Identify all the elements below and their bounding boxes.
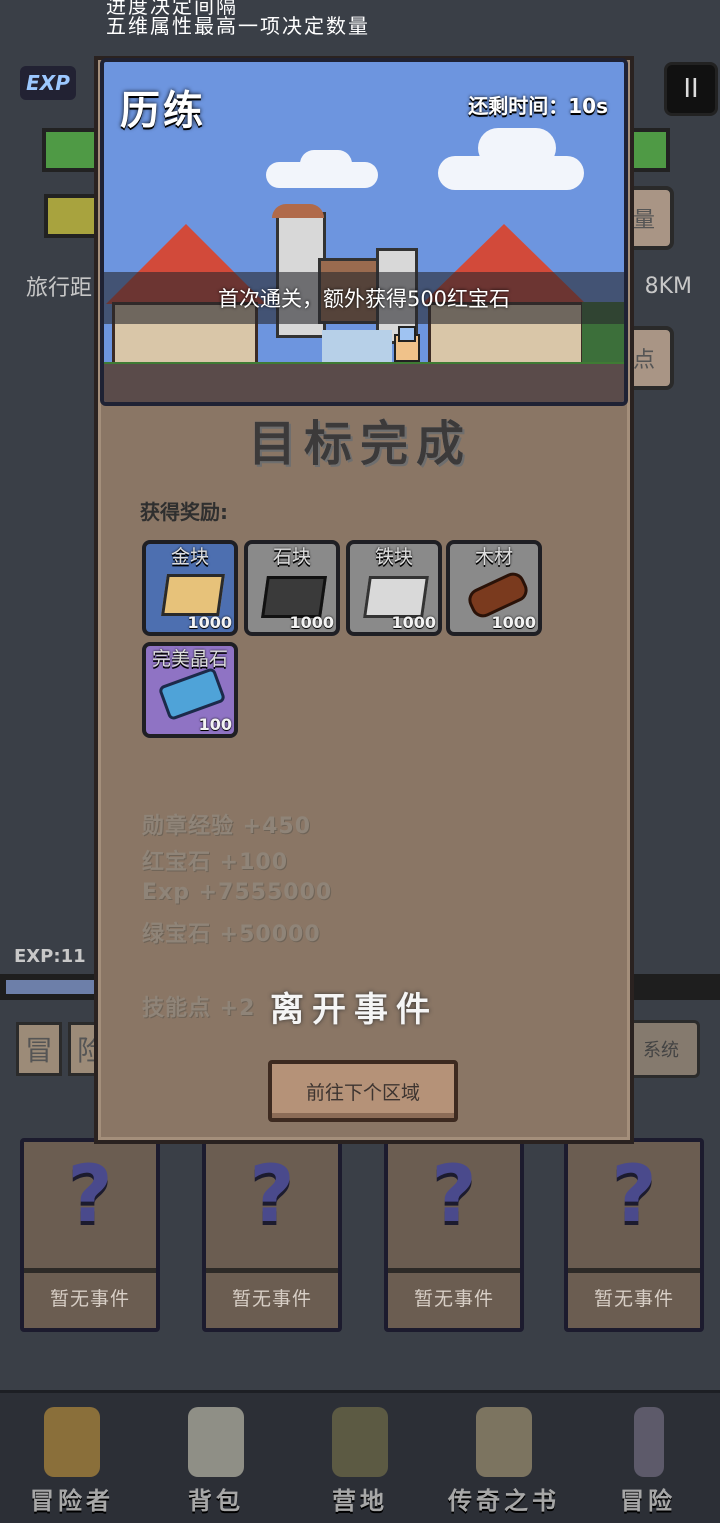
stat-medal-exp: 勋章经验 +450: [142, 814, 312, 839]
book-icon: [476, 1407, 532, 1477]
waterfall: [322, 330, 392, 366]
event-label: 暂无事件: [413, 1288, 494, 1310]
event-scene: 首次通关，额外获得500红宝石 历练 还剩时间：10s: [100, 58, 628, 406]
exp-bar-fill: [6, 980, 96, 994]
side-button-2-label: 点: [632, 348, 655, 373]
nav-camp[interactable]: 营地: [288, 1393, 432, 1523]
stat-emerald: 绿宝石 +50000: [142, 922, 321, 947]
tab-adventure-1[interactable]: 冒: [16, 1022, 62, 1076]
question-mark-icon: ?: [611, 1150, 657, 1240]
event-label: 暂无事件: [593, 1288, 674, 1310]
item-count: 1000: [491, 613, 536, 632]
stat-ruby: 红宝石 +100: [142, 850, 289, 875]
system-button-label: 系统: [643, 1040, 679, 1061]
crystal-icon: [157, 666, 227, 722]
stat-skill-points: 技能点 +2: [142, 996, 256, 1021]
scene-title: 历练: [120, 88, 206, 134]
nav-legend-book[interactable]: 传奇之书: [432, 1393, 576, 1523]
divider: [24, 1268, 156, 1273]
event-card-2[interactable]: ? 暂无事件: [202, 1138, 342, 1332]
item-name: 铁块: [374, 546, 413, 568]
pause-icon: II: [683, 74, 699, 104]
camp-icon: [332, 1407, 388, 1477]
next-area-button[interactable]: 前往下个区域: [268, 1060, 458, 1122]
question-mark-icon: ?: [431, 1150, 477, 1240]
first-clear-banner: 首次通关，额外获得500红宝石: [104, 272, 624, 324]
item-count: 1000: [187, 613, 232, 632]
nav-adventure[interactable]: 冒险: [576, 1393, 720, 1523]
tower-roof: [272, 204, 324, 218]
remaining-time: 还剩时间：10s: [468, 94, 608, 118]
ground: [104, 364, 624, 402]
leave-event-button[interactable]: 离开事件: [270, 982, 438, 1031]
nav-label: 营地: [332, 1487, 388, 1515]
bg-hint-text-2: 五维属性最高一项决定数量: [106, 14, 370, 38]
exp-badge: EXP: [20, 66, 76, 100]
crown-icon: [44, 1407, 100, 1477]
nav-backpack[interactable]: 背包: [144, 1393, 288, 1523]
nav-label: 冒险者: [30, 1487, 114, 1515]
distance-label: 旅行距: [26, 276, 93, 301]
cloud: [478, 128, 556, 168]
reward-item-gold[interactable]: 金块 1000: [142, 540, 238, 636]
side-button-1-label: 量: [632, 208, 655, 233]
stone-block-icon: [261, 576, 327, 618]
backpack-icon: [188, 1407, 244, 1477]
divider: [568, 1268, 700, 1273]
item-name: 石块: [272, 546, 311, 568]
item-count: 100: [198, 715, 232, 734]
item-name: 金块: [170, 546, 209, 568]
reward-item-iron[interactable]: 铁块 1000: [346, 540, 442, 636]
gold-block-icon: [161, 574, 225, 616]
reward-item-crystal[interactable]: 完美晶石 100: [142, 642, 238, 738]
cloud: [300, 150, 352, 178]
hero-helmet: [398, 326, 416, 342]
event-card-1[interactable]: ? 暂无事件: [20, 1138, 160, 1332]
item-name: 完美晶石: [151, 648, 228, 670]
event-label: 暂无事件: [49, 1288, 130, 1310]
nav-label: 传奇之书: [448, 1487, 560, 1515]
item-name: 木材: [474, 546, 513, 568]
nav-label: 冒险: [620, 1487, 676, 1515]
divider: [206, 1268, 338, 1273]
exp-text: EXP:11: [14, 946, 86, 967]
nav-label: 背包: [188, 1487, 244, 1515]
reward-item-stone[interactable]: 石块 1000: [244, 540, 340, 636]
distance-value: 8KM: [644, 273, 692, 299]
goal-complete-title: 目标完成: [247, 416, 472, 472]
pause-button[interactable]: II: [664, 62, 718, 116]
event-card-3[interactable]: ? 暂无事件: [384, 1138, 524, 1332]
question-mark-icon: ?: [249, 1150, 295, 1240]
next-area-label: 前往下个区域: [305, 1081, 420, 1104]
item-count: 1000: [391, 613, 436, 632]
item-count: 1000: [289, 613, 334, 632]
divider: [388, 1268, 520, 1273]
event-label: 暂无事件: [231, 1288, 312, 1310]
bottom-nav: 冒险者 背包 营地 传奇之书 冒险: [0, 1390, 720, 1523]
reward-item-wood[interactable]: 木材 1000: [446, 540, 542, 636]
stat-exp: Exp +7555000: [142, 880, 333, 905]
sword-icon: [634, 1407, 664, 1477]
tab-adventure-1-label: 冒: [24, 1034, 53, 1067]
event-card-4[interactable]: ? 暂无事件: [564, 1138, 704, 1332]
nav-adventurer[interactable]: 冒险者: [0, 1393, 144, 1523]
iron-block-icon: [363, 576, 429, 618]
question-mark-icon: ?: [67, 1150, 113, 1240]
rewards-label: 获得奖励:: [140, 500, 228, 524]
